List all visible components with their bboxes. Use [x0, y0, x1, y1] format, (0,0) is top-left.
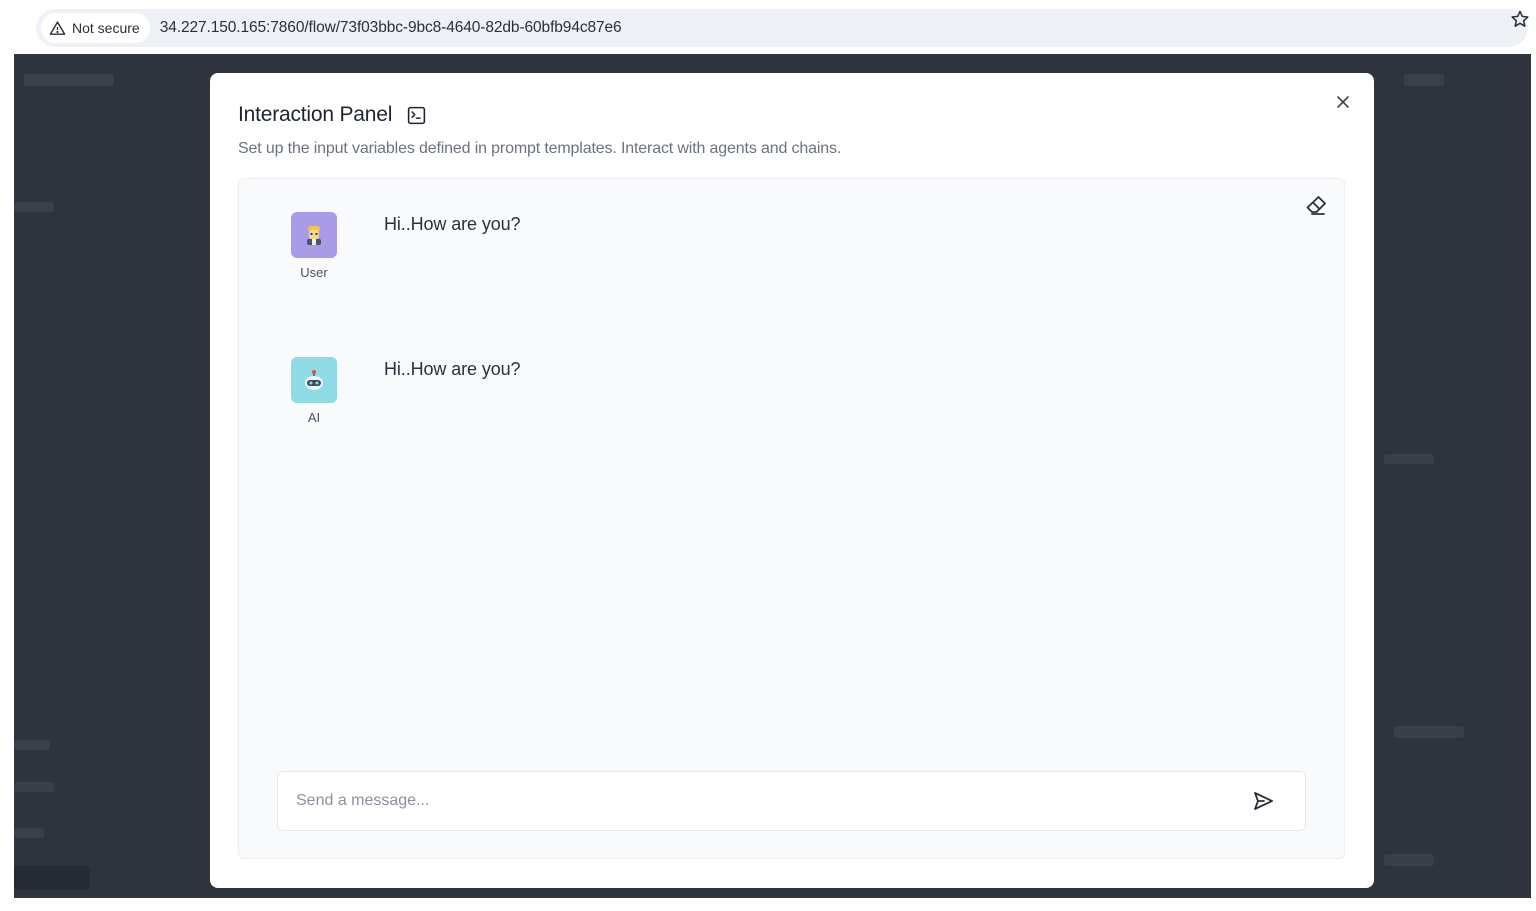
page-bottom-edge: [0, 898, 1536, 911]
sender-label: AI: [307, 410, 321, 425]
background-element: [1404, 74, 1444, 86]
security-indicator[interactable]: Not secure: [41, 13, 150, 43]
background-element: [1384, 454, 1434, 464]
modal-title: Interaction Panel: [238, 103, 393, 126]
interaction-panel-modal: Interaction Panel Set up the input varia…: [210, 73, 1374, 888]
modal-header: Interaction Panel: [238, 103, 427, 127]
background-element: [14, 202, 54, 212]
message-avatar-column: AI: [291, 357, 337, 425]
terminal-icon: [408, 106, 426, 124]
message-text: Hi..How are you?: [384, 359, 521, 379]
background-element: [14, 828, 44, 838]
chat-messages-area[interactable]: User Hi..How are you? AI Hi..How are you…: [238, 178, 1345, 859]
send-button[interactable]: [1251, 789, 1277, 815]
send-icon: [1254, 792, 1273, 810]
user-avatar-icon: [307, 226, 321, 245]
background-element: [14, 866, 90, 890]
message-input[interactable]: [278, 772, 1238, 830]
chat-message-user: User Hi..How are you?: [291, 212, 521, 280]
sender-label: User: [300, 265, 328, 280]
modal-subtitle: Set up the input variables defined in pr…: [238, 140, 842, 157]
url-text[interactable]: 34.227.150.165:7860/flow/73f03bbc-9bc8-4…: [160, 19, 622, 37]
warning-triangle-icon: [49, 20, 66, 35]
eraser-icon: [1306, 196, 1326, 215]
background-element: [14, 782, 54, 792]
avatar: [291, 212, 337, 258]
ai-avatar-icon: [305, 370, 323, 390]
background-element: [14, 740, 50, 750]
avatar: [291, 357, 337, 403]
security-label: Not secure: [72, 20, 140, 36]
close-icon: [1337, 96, 1349, 108]
close-button[interactable]: [1332, 91, 1354, 113]
browser-toolbar: Not secure 34.227.150.165:7860/flow/73f0…: [0, 0, 1536, 54]
message-input-container: [277, 771, 1306, 831]
background-element: [24, 74, 114, 86]
background-element: [1394, 726, 1464, 738]
chat-message-ai: AI Hi..How are you?: [291, 357, 521, 425]
background-element: [1384, 854, 1434, 866]
address-bar[interactable]: Not secure 34.227.150.165:7860/flow/73f0…: [36, 9, 1528, 47]
message-avatar-column: User: [291, 212, 337, 280]
message-text: Hi..How are you?: [384, 214, 521, 234]
star-icon[interactable]: [1510, 9, 1530, 29]
clear-chat-button[interactable]: [1304, 193, 1330, 219]
